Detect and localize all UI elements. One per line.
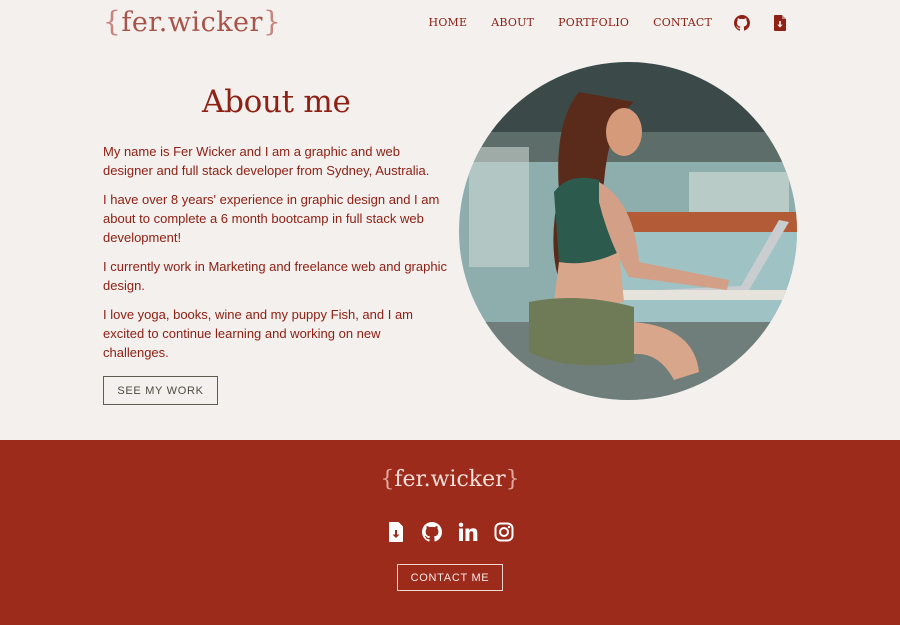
- about-paragraph: I currently work in Marketing and freela…: [103, 259, 447, 293]
- nav-home[interactable]: HOME: [429, 16, 468, 30]
- about-title: About me: [202, 84, 351, 120]
- nav-contact[interactable]: CONTACT: [653, 16, 712, 30]
- logo-brace-left: {: [103, 5, 122, 38]
- about-paragraph: I have over 8 years' experience in graph…: [103, 192, 440, 245]
- github-icon[interactable]: [422, 522, 442, 542]
- logo-text: fer.wicker: [121, 7, 263, 38]
- social-icons: [0, 522, 900, 542]
- linkedin-icon[interactable]: [458, 522, 478, 542]
- main-nav: HOME ABOUT PORTFOLIO CONTACT: [405, 15, 788, 31]
- footer-logo-text: fer.wicker: [394, 467, 506, 492]
- site-header: {fer.wicker} HOME ABOUT PORTFOLIO CONTAC…: [0, 0, 900, 48]
- footer-logo[interactable]: {fer.wicker}: [0, 466, 900, 494]
- about-paragraph: My name is Fer Wicker and I am a graphic…: [103, 144, 430, 178]
- download-resume-icon[interactable]: [386, 522, 406, 542]
- about-paragraph: I love yoga, books, wine and my puppy Fi…: [103, 307, 414, 360]
- site-logo[interactable]: {fer.wicker}: [103, 4, 281, 41]
- see-my-work-button[interactable]: SEE MY WORK: [103, 376, 218, 405]
- about-text: My name is Fer Wicker and I am a graphic…: [103, 142, 448, 372]
- instagram-icon[interactable]: [494, 522, 514, 542]
- profile-photo: [459, 62, 797, 400]
- contact-me-button[interactable]: CONTACT ME: [397, 564, 503, 591]
- logo-brace-left: {: [380, 467, 395, 492]
- github-icon[interactable]: [734, 15, 750, 31]
- nav-about[interactable]: ABOUT: [491, 16, 534, 30]
- site-footer: {fer.wicker} CONTACT ME: [0, 440, 900, 625]
- nav-portfolio[interactable]: PORTFOLIO: [558, 16, 629, 30]
- download-resume-icon[interactable]: [772, 15, 788, 31]
- logo-brace-right: }: [505, 467, 520, 492]
- logo-brace-right: }: [262, 5, 282, 38]
